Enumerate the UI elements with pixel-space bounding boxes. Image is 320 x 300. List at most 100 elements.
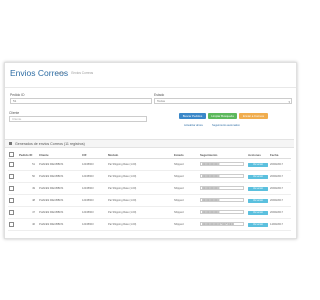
ver-envio-button[interactable]: Ver envio: [248, 162, 268, 167]
cell-fecha: 20/09/2017: [269, 170, 291, 183]
cell-estado: Shipped: [173, 218, 199, 231]
ver-envio-button[interactable]: Ver envio: [248, 210, 268, 215]
cell-estado: Shipped: [173, 170, 199, 183]
page-header: Envios Correos Inicio Envios Correos: [5, 63, 296, 88]
ver-envio-button[interactable]: Ver envio: [248, 198, 268, 203]
pedido-label: Pedido ID: [10, 93, 25, 97]
tracking-input[interactable]: 0000000000000: [200, 198, 244, 202]
table-row[interactable]: 51 PHAFE9 DIEUBBOS 12345603 Pai Shipping Ra…: [8, 158, 291, 171]
cell-seguimiento: 0000000000000: [199, 182, 247, 195]
cell-cliente: PHAFE9 DIEUBBOS: [38, 158, 81, 171]
chevron-down-icon: ▾: [288, 99, 290, 104]
cell-estado: Shipped: [173, 206, 199, 219]
pedido-input[interactable]: 51: [10, 98, 152, 104]
actualizar-link[interactable]: Actualizar ahora: [184, 124, 203, 127]
cell-seguimiento: 0000000000000: [199, 194, 247, 207]
cell-cif: 12345603: [81, 182, 107, 195]
row-checkbox[interactable]: [9, 197, 14, 203]
cell-modulo: Pai Shipping Rate (1.00): [107, 158, 173, 171]
table-row[interactable]: 47 PHAFE9 DIEUBBOS 12345603 Pai Shipping Ra…: [8, 206, 291, 219]
list-section-header: Generados de envios Correos (11 registro…: [5, 139, 294, 148]
tracking-input[interactable]: 000000000000007000700000: [200, 222, 244, 226]
cell-fecha: 20/09/2017: [269, 182, 291, 195]
tracking-input[interactable]: 0000000000000: [200, 210, 244, 214]
cell-seguimiento: 0000000000000: [199, 170, 247, 183]
cell-acciones: Ver envio: [247, 182, 269, 195]
cell-acciones: Ver envio: [247, 170, 269, 183]
estado-selected: Todos: [157, 99, 166, 103]
row-checkbox-cell: [8, 158, 18, 171]
cell-pedido-id: 47: [18, 206, 38, 219]
enviar-correos-button[interactable]: Enviar a Correos: [239, 113, 268, 119]
cell-modulo: Pai Shipping Rate (1.00): [107, 182, 173, 195]
cliente-input[interactable]: Cliente: [9, 116, 147, 122]
cell-cliente: PHAFE9 DIEUBBOS: [38, 182, 81, 195]
row-checkbox[interactable]: [9, 173, 14, 179]
cell-cif: 12345603: [81, 194, 107, 207]
shipments-table: Pedido ID Cliente CIF Modulo Estado Segu…: [8, 152, 291, 231]
cell-cliente: PHAFE9 DIEUBBOS: [38, 218, 81, 231]
estado-label: Estado: [154, 93, 165, 97]
list-title: Generados de envios Correos (11 registro…: [15, 141, 85, 146]
row-checkbox-cell: [8, 194, 18, 207]
row-checkbox[interactable]: [9, 209, 14, 215]
row-checkbox[interactable]: [9, 221, 14, 227]
tracking-input[interactable]: 0000000000000: [200, 162, 244, 166]
row-checkbox-cell: [8, 218, 18, 231]
tracking-input[interactable]: 0000000000000: [200, 174, 244, 178]
cell-cliente: PHAFE9 DIEUBBOS: [38, 194, 81, 207]
list-icon: [9, 142, 12, 145]
select-all-checkbox[interactable]: [9, 152, 14, 157]
cell-fecha: 20/09/2017: [269, 206, 291, 219]
cell-estado: Shipped: [173, 158, 199, 171]
cell-cif: 12345603: [81, 218, 107, 231]
row-checkbox[interactable]: [9, 161, 14, 167]
breadcrumb-home[interactable]: Inicio: [57, 71, 64, 75]
estado-select[interactable]: Todos ▾: [154, 98, 292, 104]
cell-acciones: Ver envio: [247, 158, 269, 171]
table-row[interactable]: 48 PHAFE9 DIEUBBOS 12345603 Pai Shipping Ra…: [8, 194, 291, 207]
cell-cliente: PHAFE9 DIEUBBOS: [38, 170, 81, 183]
cell-pedido-id: 46: [18, 218, 38, 231]
cell-seguimiento: 0000000000000: [199, 206, 247, 219]
cell-modulo: Pai Shipping Rate (1.00): [107, 194, 173, 207]
cell-modulo: Pai Shipping Rate (1.00): [107, 206, 173, 219]
cell-cif: 12345603: [81, 158, 107, 171]
cell-modulo: Pai Shipping Rate (1.00): [107, 218, 173, 231]
cell-acciones: Ver envio: [247, 206, 269, 219]
cell-pedido-id: 50: [18, 170, 38, 183]
breadcrumb: Inicio Envios Correos: [57, 71, 99, 75]
cell-estado: Shipped: [173, 194, 199, 207]
ver-envio-button[interactable]: Ver envio: [248, 174, 268, 179]
cell-estado: Shipped: [173, 182, 199, 195]
cell-seguimiento: 000000000000007000700000: [199, 218, 247, 231]
cell-seguimiento: 0000000000000: [199, 158, 247, 171]
cliente-label: Cliente: [9, 111, 20, 115]
tracking-input[interactable]: 0000000000000: [200, 186, 244, 190]
table-row[interactable]: 50 PHAFE9 DIEUBBOS 12345603 Pai Shipping Ra…: [8, 170, 291, 183]
cell-pedido-id: 48: [18, 194, 38, 207]
ver-envio-button[interactable]: Ver envio: [248, 186, 268, 191]
limpiar-button[interactable]: Limpiar Busqueda: [208, 113, 237, 119]
cell-acciones: Ver envio: [247, 218, 269, 231]
cell-modulo: Pai Shipping Rate (1.00): [107, 170, 173, 183]
row-checkbox-cell: [8, 170, 18, 183]
table-row[interactable]: 49 PHAFE9 DIEUBBOS 12345603 Pai Shipping Ra…: [8, 182, 291, 195]
cell-fecha: 14/09/2017: [269, 218, 291, 231]
row-checkbox-cell: [8, 182, 18, 195]
cell-pedido-id: 49: [18, 182, 38, 195]
cell-fecha: 20/09/2017: [269, 194, 291, 207]
row-checkbox-cell: [8, 206, 18, 219]
cell-cliente: PHAFE9 DIEUBBOS: [38, 206, 81, 219]
seguimiento-link[interactable]: Seguimiento automatico: [212, 124, 240, 127]
cell-cif: 12345603: [81, 170, 107, 183]
cell-fecha: 20/09/2017: [269, 158, 291, 171]
cell-acciones: Ver envio: [247, 194, 269, 207]
row-checkbox[interactable]: [9, 185, 14, 191]
cell-cif: 12345603: [81, 206, 107, 219]
breadcrumb-current[interactable]: Envios Correos: [71, 71, 93, 75]
ver-envio-button[interactable]: Ver envio: [248, 222, 268, 227]
cell-pedido-id: 51: [18, 158, 38, 171]
buscar-button[interactable]: Buscar Pedidos: [179, 113, 206, 119]
table-row[interactable]: 46 PHAFE9 DIEUBBOS 12345603 Pai Shipping Ra…: [8, 218, 291, 231]
